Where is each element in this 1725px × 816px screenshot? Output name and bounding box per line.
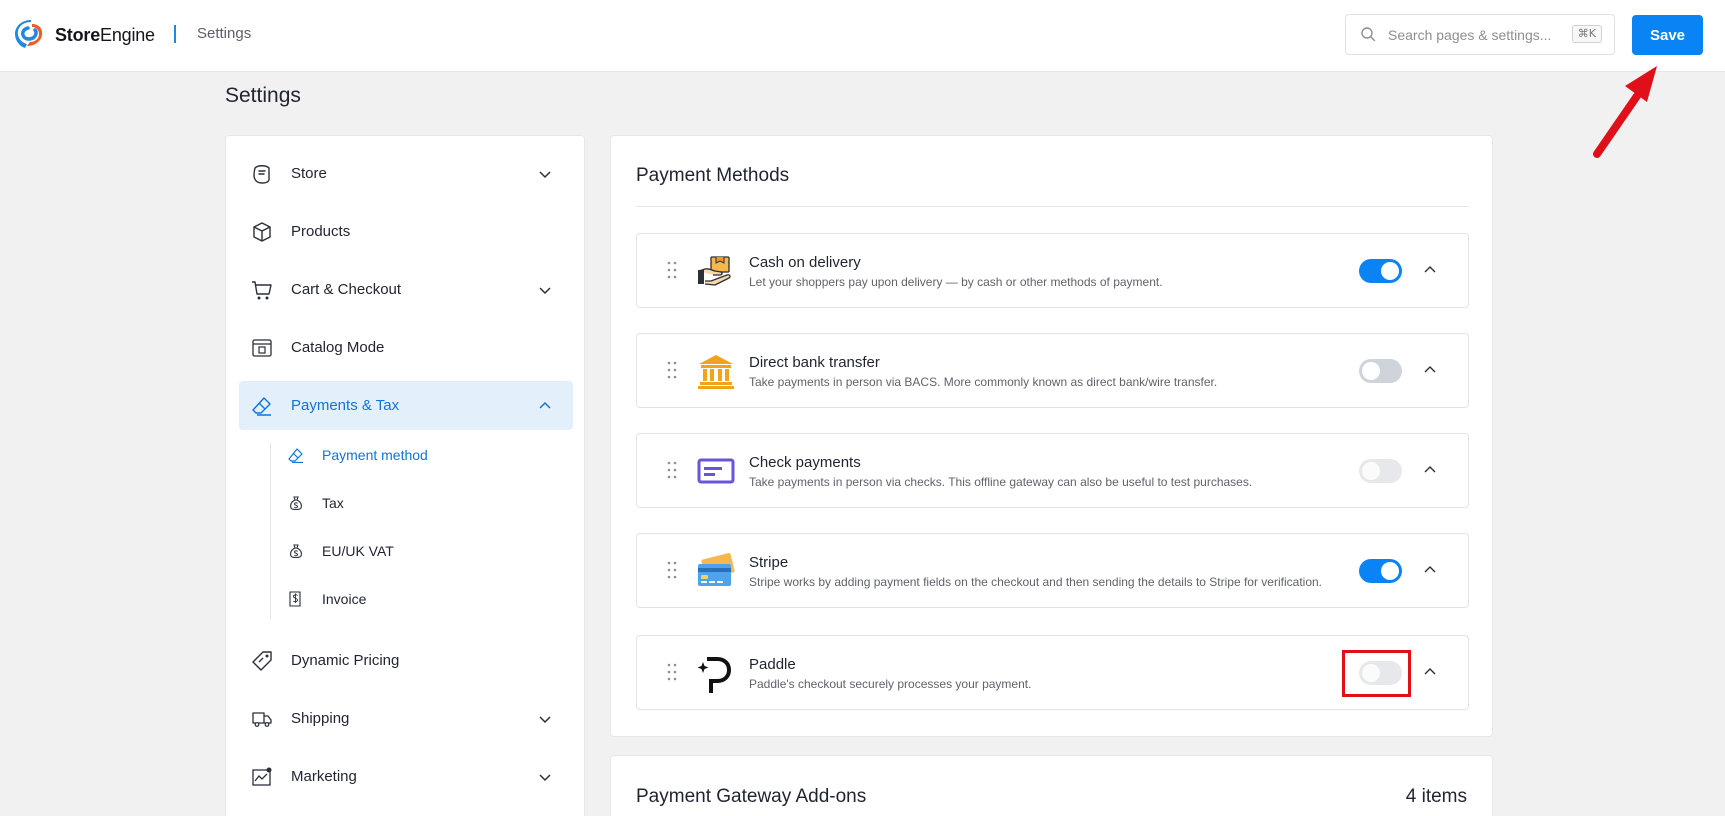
bank-icon — [698, 355, 734, 389]
cash-on-delivery-toggle[interactable] — [1359, 259, 1402, 283]
payment-method-description: Take payments in person via BACS. More c… — [749, 375, 1218, 389]
storeengine-logo-icon — [15, 20, 43, 48]
sidebar-item-label: Payments & Tax — [291, 397, 400, 414]
payment-method-description: Take payments in person via checks. This… — [749, 475, 1253, 489]
payment-method-name: Cash on delivery — [749, 254, 861, 271]
sidebar-item-label: Dynamic Pricing — [291, 652, 400, 669]
toggle-knob — [1381, 562, 1399, 580]
payment-method-name: Paddle — [749, 656, 796, 673]
chart-icon — [252, 767, 272, 786]
page-title: Settings — [225, 84, 301, 107]
check-icon — [697, 458, 735, 484]
submenu-item-label: Tax — [322, 495, 344, 511]
chevron-up-icon[interactable] — [1423, 463, 1437, 477]
sidebar-item-label: Cart & Checkout — [291, 281, 402, 298]
chevron-down-icon[interactable] — [537, 769, 553, 785]
addons-title: Payment Gateway Add-ons — [636, 786, 867, 807]
eraser-icon — [252, 396, 271, 416]
payment-method-description: Stripe works by adding payment fields on… — [749, 575, 1322, 589]
toggle-knob — [1362, 362, 1380, 380]
eraser-icon — [288, 448, 303, 463]
sidebar-item-shipping[interactable]: Shipping — [239, 694, 573, 743]
cart-icon — [252, 280, 272, 299]
credit-card-icon — [698, 553, 735, 586]
sidebar-item-dynamic-pricing[interactable]: Dynamic Pricing — [239, 636, 573, 685]
check-payments-toggle[interactable] — [1359, 459, 1402, 483]
sidebar-item-label: Products — [291, 223, 351, 240]
save-button[interactable]: Save — [1632, 15, 1703, 55]
toggle-knob — [1381, 262, 1399, 280]
sidebar-item-catalog-mode[interactable]: Catalog Mode — [239, 323, 573, 372]
chevron-down-icon[interactable] — [537, 711, 553, 727]
drag-handle-icon[interactable] — [667, 561, 677, 579]
drag-handle-icon[interactable] — [667, 461, 677, 479]
search-box[interactable]: ⌘K — [1345, 14, 1615, 55]
payment-method-row: Check payments Take payments in person v… — [636, 433, 1469, 508]
drag-handle-icon[interactable] — [667, 361, 677, 379]
chevron-up-icon[interactable] — [1423, 263, 1437, 277]
truck-icon — [252, 711, 272, 727]
chevron-down-icon[interactable] — [537, 166, 553, 182]
payment-method-name: Direct bank transfer — [749, 354, 880, 371]
sidebar-item-label: Marketing — [291, 768, 357, 785]
sidebar-item-label: Store — [291, 165, 327, 182]
receipt-icon — [289, 591, 301, 607]
drag-handle-icon[interactable] — [667, 663, 677, 681]
sidebar-item-products[interactable]: Products — [239, 207, 573, 256]
sidebar-item-marketing[interactable]: Marketing — [239, 752, 573, 801]
annotation-arrow-icon — [1593, 66, 1657, 158]
settings-sidebar: Store Products Cart & Checkout Catalog M… — [225, 135, 585, 816]
money-bag-icon — [290, 544, 302, 559]
payment-method-name: Check payments — [749, 454, 861, 471]
payment-method-row: Stripe Stripe works by adding payment fi… — [636, 533, 1469, 608]
sidebar-item-label: Catalog Mode — [291, 339, 385, 356]
payment-method-row: Cash on delivery Let your shoppers pay u… — [636, 233, 1469, 308]
brand-name: StoreEngine — [55, 24, 155, 45]
payment-method-row: Direct bank transfer Take payments in pe… — [636, 333, 1469, 408]
chevron-down-icon[interactable] — [537, 282, 553, 298]
submenu-item-label: Payment method — [322, 447, 428, 463]
sidebar-item-payments-tax[interactable]: Payments & Tax — [239, 381, 573, 430]
sidebar-item-store[interactable]: Store — [239, 149, 573, 198]
cash-hand-icon — [698, 256, 731, 286]
drag-handle-icon[interactable] — [667, 261, 677, 279]
chevron-up-icon[interactable] — [1423, 665, 1437, 679]
storeengine-logo[interactable]: StoreEngine — [15, 20, 155, 50]
chevron-up-icon[interactable] — [1423, 363, 1437, 377]
box-icon — [253, 221, 271, 242]
search-input[interactable] — [1388, 25, 1558, 45]
breadcrumb[interactable]: Settings — [197, 25, 251, 42]
chevron-up-icon[interactable] — [537, 398, 553, 414]
search-shortcut-badge: ⌘K — [1571, 25, 1602, 43]
catalog-icon — [252, 338, 272, 357]
chevron-up-icon[interactable] — [1423, 563, 1437, 577]
tag-icon — [252, 650, 272, 671]
submenu-item-label: EU/UK VAT — [322, 543, 394, 559]
stripe-toggle[interactable] — [1359, 559, 1402, 583]
money-bag-icon — [290, 496, 302, 511]
payment-method-name: Stripe — [749, 554, 789, 571]
header-divider — [174, 25, 176, 43]
sidebar-item-label: Shipping — [291, 710, 350, 727]
top-bar: StoreEngine Settings ⌘K Save — [0, 0, 1725, 72]
sidebar-item-cart-checkout[interactable]: Cart & Checkout — [239, 265, 573, 314]
addons-count: 4 items — [1405, 786, 1467, 807]
payment-method-description: Let your shoppers pay upon delivery — by… — [749, 275, 1163, 289]
store-icon — [253, 164, 270, 184]
paddle-icon — [697, 657, 732, 693]
submenu-guide-line — [270, 443, 271, 619]
submenu-item-label: Invoice — [322, 591, 367, 607]
toggle-knob — [1362, 462, 1380, 480]
search-icon — [1361, 27, 1376, 42]
annotation-highlight-box — [1342, 650, 1411, 697]
direct-bank-transfer-toggle[interactable] — [1359, 359, 1402, 383]
payment-method-description: Paddle's checkout securely processes you… — [749, 677, 1032, 691]
payment-methods-card: Payment Methods Cash on delivery Let you… — [610, 135, 1493, 737]
divider — [636, 206, 1469, 207]
payment-methods-title: Payment Methods — [636, 165, 790, 186]
payment-gateway-addons-card: Payment Gateway Add-ons 4 items — [610, 755, 1493, 816]
